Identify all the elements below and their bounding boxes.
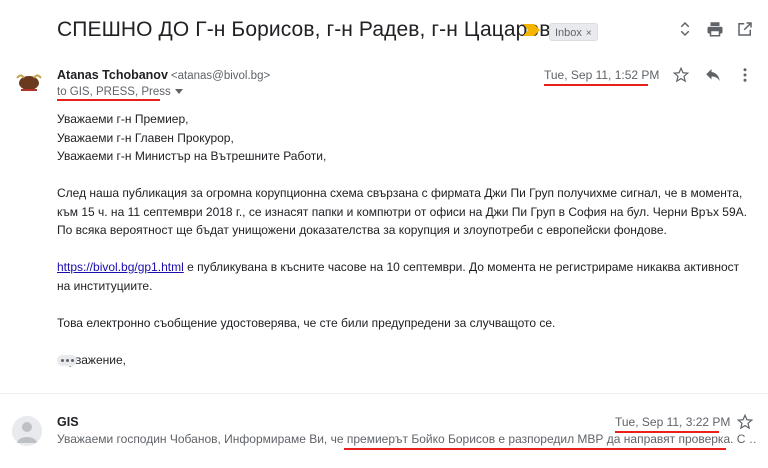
thread-header-actions: [676, 20, 754, 38]
sender-avatar[interactable]: [12, 64, 46, 98]
greeting-line: Уважаеми г-н Главен Прокурор,: [57, 130, 234, 145]
unfold-icon[interactable]: [676, 20, 694, 38]
recipients-underline: [57, 99, 160, 101]
snippet-highlight: премиерът Бойко Борисов е разпоредил МВР…: [346, 432, 731, 446]
remove-label-icon[interactable]: ×: [586, 28, 592, 39]
greeting-line: Уважаеми г-н Министър на Вътрешните Рабо…: [57, 149, 327, 163]
show-trimmed-content-button[interactable]: [57, 355, 77, 366]
open-in-new-icon[interactable]: [736, 20, 754, 38]
message1-actions: [672, 66, 754, 84]
reply-icon[interactable]: [704, 66, 722, 84]
message-divider: [0, 393, 768, 394]
article-link[interactable]: https://bivol.bg/gp1.html: [57, 260, 184, 274]
importance-marker-icon[interactable]: [522, 23, 542, 37]
message1-sender: Atanas Tchobanov <atanas@bivol.bg>: [57, 68, 270, 82]
message2-sender[interactable]: GIS: [57, 415, 79, 429]
thread-subject: СПЕШНО ДО Г-н Борисов, г-н Радев, г-н Ца…: [57, 18, 551, 41]
chevron-down-icon[interactable]: [174, 89, 183, 95]
body-paragraph: Това електронно съобщение удостоверява, …: [57, 315, 556, 330]
recipients-toggle[interactable]: to GIS, PRESS, Press: [57, 86, 183, 98]
message2-date: Tue, Sep 11, 3:22 PM: [615, 415, 731, 429]
date-underline: [544, 84, 648, 86]
more-vert-icon[interactable]: [736, 66, 754, 84]
message1-date: Tue, Sep 11, 1:52 PM: [544, 68, 660, 82]
thread-subject-row: СПЕШНО ДО Г-н Борисов, г-н Радев, г-н Ца…: [57, 14, 757, 48]
sender-name[interactable]: Atanas Tchobanov: [57, 68, 168, 82]
snippet-text: . С …: [730, 432, 757, 446]
recipients-text: to GIS, PRESS, Press: [57, 86, 171, 98]
inbox-label-text: Inbox: [555, 27, 582, 39]
message1-body: Уважаеми г-н Премиер, Уважаеми г-н Главе…: [57, 110, 747, 388]
snippet-text: Уважаеми господин Чобанов, Информираме В…: [57, 432, 347, 446]
greeting-line: Уважаеми г-н Премиер,: [57, 112, 189, 126]
star-icon[interactable]: [736, 413, 754, 431]
person-avatar-icon[interactable]: [12, 416, 42, 446]
body-paragraph: https://bivol.bg/gp1.html е публикувана …: [57, 258, 747, 295]
closing-line: С уважение,: [57, 352, 126, 367]
snippet-underline: [344, 448, 726, 450]
print-icon[interactable]: [706, 20, 724, 38]
inbox-label[interactable]: Inbox ×: [549, 23, 598, 41]
star-icon[interactable]: [672, 66, 690, 84]
message2-snippet[interactable]: Уважаеми господин Чобанов, Информираме В…: [57, 432, 757, 446]
sender-email: <atanas@bivol.bg>: [170, 70, 271, 82]
body-paragraph: След наша публикация за огромна корупцио…: [57, 186, 747, 237]
